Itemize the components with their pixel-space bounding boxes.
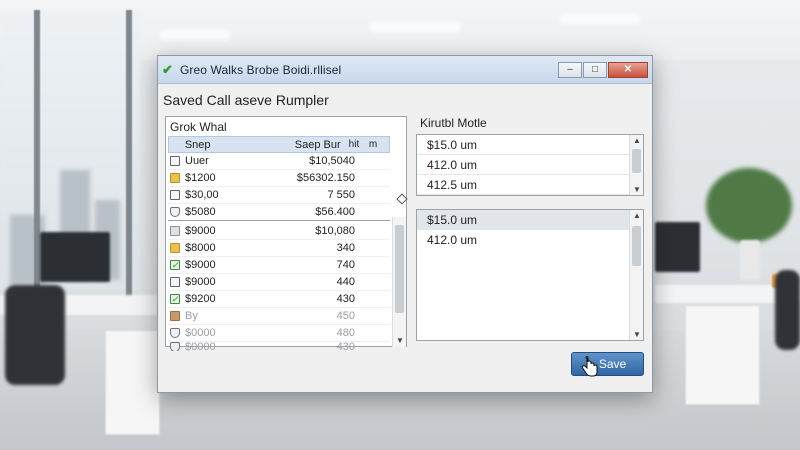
row-name: $9000	[185, 259, 216, 271]
row-value: $5630‌2.150	[296, 172, 355, 184]
shield-icon	[168, 328, 182, 338]
green-check-icon: ✓	[170, 260, 180, 270]
row-value: 340	[336, 242, 355, 254]
table-row[interactable]: $0000 430	[168, 342, 390, 352]
bottom-value-list: $15.0 um 412.0 um ▲ ▼	[416, 209, 644, 341]
close-button[interactable]: ✕	[608, 61, 648, 78]
check-icon: ✔	[162, 61, 173, 77]
scrollbar-thumb[interactable]	[632, 149, 641, 173]
minimize-button[interactable]: ‒	[558, 61, 582, 78]
window-title: Greo Walks Brobe Boidi.rllisel	[180, 62, 342, 77]
column-header[interactable]: hit	[349, 139, 369, 150]
list-item[interactable]: 412.5 um	[417, 175, 643, 195]
plant	[706, 168, 792, 243]
row-name: $9000	[185, 276, 216, 288]
scrollbar-thumb[interactable]	[632, 226, 641, 266]
bottom-list-scrollbar[interactable]: ▲ ▼	[629, 210, 643, 340]
dialog-window: ✔ Greo Walks Brobe Boidi.rllisel ‒ □ ✕ S…	[157, 55, 653, 393]
top-list-scrollbar[interactable]: ▲ ▼	[629, 135, 643, 195]
row-name: $8000	[185, 242, 216, 254]
table-row[interactable]: $9000 440	[168, 274, 390, 291]
tan-icon	[168, 311, 182, 321]
folder-icon	[168, 243, 182, 253]
list-item[interactable]: $15.0 um	[417, 135, 643, 155]
office-chair	[5, 285, 65, 385]
column-header[interactable]: Saep Bur	[277, 139, 349, 151]
row-value: $56.400	[315, 206, 355, 218]
shield-icon	[168, 342, 182, 351]
row-value: 7 550	[327, 189, 355, 201]
file-cabinet	[105, 330, 160, 435]
shield-icon	[168, 207, 182, 217]
ceiling-light	[370, 22, 460, 32]
monitor	[655, 222, 700, 272]
row-value: 430	[336, 293, 355, 305]
column-header[interactable]: m	[369, 139, 389, 150]
maximize-button[interactable]: □	[583, 61, 607, 78]
hand-cursor-icon	[581, 356, 598, 377]
row-value: 740	[336, 259, 355, 271]
table-row[interactable]: $0000 480	[168, 325, 390, 342]
table-row[interactable]: ✓ $9000 740	[168, 257, 390, 274]
row-value: $10,080	[315, 225, 355, 237]
file-icon	[168, 277, 182, 287]
row-name: $0000	[185, 342, 216, 352]
row-name: $9200	[185, 293, 216, 305]
column-header[interactable]: Snep	[185, 139, 277, 151]
table-row[interactable]: By 450	[168, 308, 390, 325]
row-value: $10,5040	[309, 155, 355, 167]
table-row[interactable]: $8000 340	[168, 240, 390, 257]
row-value: 450	[336, 310, 355, 322]
file-icon	[168, 156, 182, 166]
ceiling-light	[160, 30, 230, 40]
green-check-icon: ✓	[170, 294, 180, 304]
row-value: 430	[336, 342, 355, 352]
scroll-up-icon[interactable]: ▲	[633, 136, 641, 145]
office-chair	[775, 270, 800, 350]
list-item[interactable]: $15.0 um	[417, 210, 643, 230]
row-name: By	[185, 310, 198, 322]
row-name: Uuer	[185, 155, 209, 167]
right-panel-label: Kirutbl Motle	[420, 116, 487, 130]
ceiling-light	[560, 14, 640, 24]
row-name: $5080	[185, 206, 216, 218]
row-value: 480	[336, 327, 355, 339]
top-value-list: $15.0 um 412.0 um 412.5 um ▲ ▼	[416, 134, 644, 196]
row-name: $9000	[185, 225, 216, 237]
row-name: $0000	[185, 327, 216, 339]
scroll-down-icon[interactable]: ▼	[633, 330, 641, 339]
diamond-icon[interactable]	[396, 193, 408, 205]
file-icon	[168, 190, 182, 200]
list-item[interactable]: 412.0 um	[417, 230, 643, 250]
scroll-down-icon[interactable]: ▼	[396, 336, 404, 345]
row-value: 440	[336, 276, 355, 288]
title-bar[interactable]: ✔ Greo Walks Brobe Boidi.rllisel ‒ □ ✕	[158, 56, 652, 84]
table-row[interactable]: Uuer $10,5040	[168, 153, 390, 170]
table-row[interactable]: $1200 $5630‌2.150	[168, 170, 390, 187]
monitor	[40, 232, 110, 282]
file-cabinet	[685, 305, 760, 405]
gray-file-icon	[168, 226, 182, 236]
scroll-down-icon[interactable]: ▼	[633, 185, 641, 194]
row-name: $30,00	[185, 189, 219, 201]
table-row[interactable]: $5080 $56.400	[168, 204, 390, 221]
window-frame	[126, 10, 132, 300]
plant-pot	[740, 240, 760, 280]
row-name: $1200	[185, 172, 216, 184]
table-row[interactable]: $9000 $10,080	[168, 223, 390, 240]
table-header: Snep Saep Bur hit m	[168, 136, 390, 153]
scroll-up-icon[interactable]: ▲	[633, 211, 641, 220]
left-panel-label: Grok Whal	[170, 120, 227, 134]
list-item[interactable]: 412.0 um	[417, 155, 643, 175]
left-panel: Grok Whal Snep Saep Bur hit m Uuer $10,5…	[165, 116, 408, 352]
dialog-heading: Saved Call aseve Rumpler	[163, 92, 329, 108]
window-controls: ‒ □ ✕	[557, 61, 648, 78]
table-row[interactable]: $30,00 7 550	[168, 187, 390, 204]
left-scrollbar[interactable]: ▼	[392, 217, 406, 347]
table-row[interactable]: ✓ $9200 430	[168, 291, 390, 308]
data-table: Snep Saep Bur hit m Uuer $10,5040 $1200 …	[168, 136, 390, 352]
folder-icon	[168, 173, 182, 183]
scrollbar-thumb[interactable]	[395, 225, 404, 313]
